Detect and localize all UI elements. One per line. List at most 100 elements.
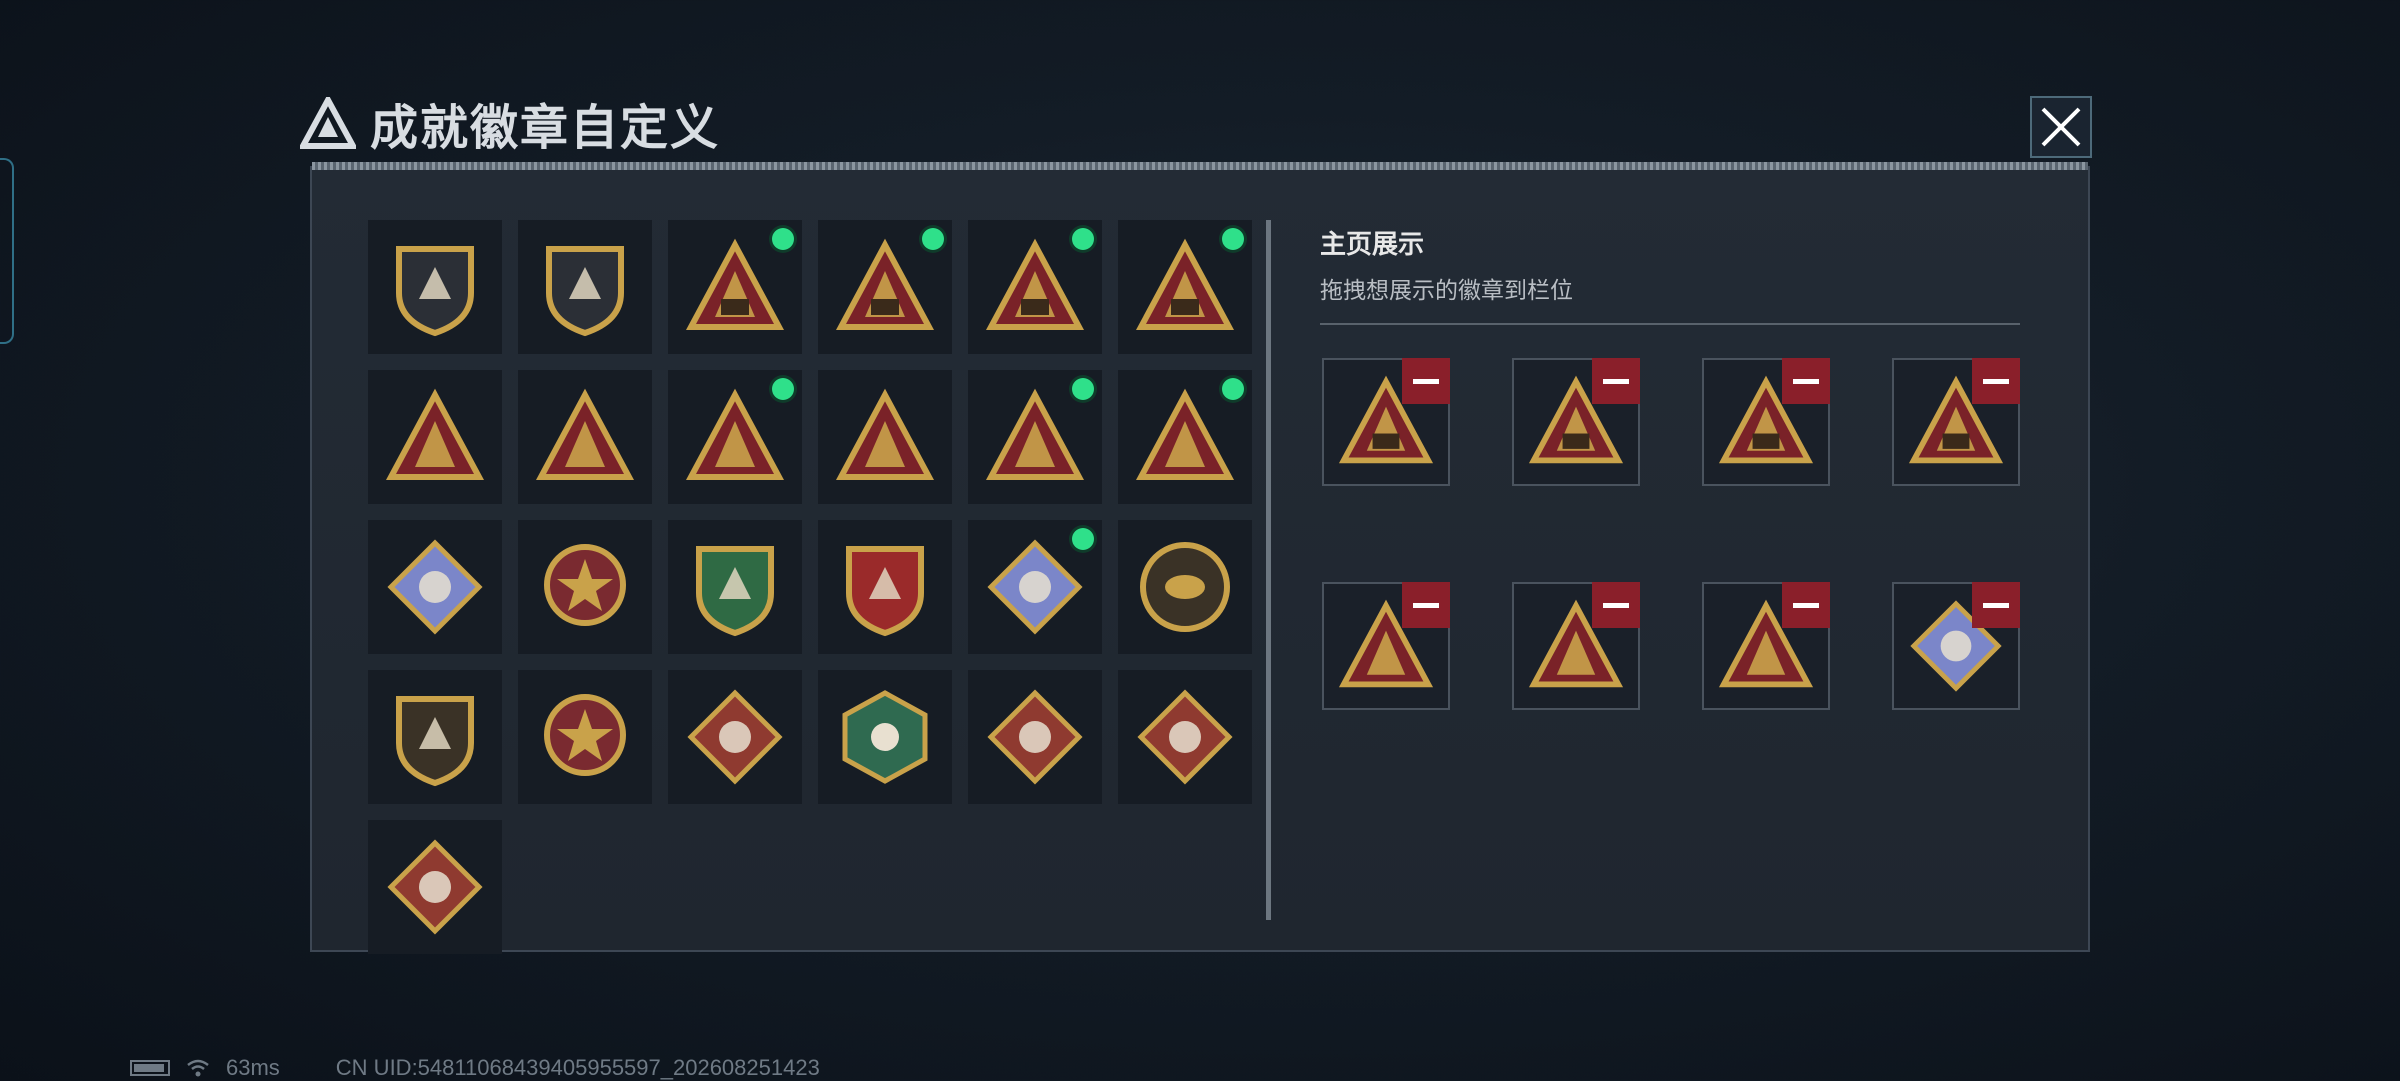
- s7-triangle-badge-icon: [835, 238, 935, 330]
- minus-icon: [1413, 602, 1439, 608]
- star-medal-badge-icon: [544, 544, 626, 626]
- remove-badge-button[interactable]: [1592, 358, 1640, 404]
- status-footer: 63ms CN UID:54811068439405955597_2026082…: [130, 1055, 820, 1081]
- badge-cell[interactable]: [668, 370, 802, 504]
- badge-cell[interactable]: [518, 520, 652, 654]
- ping-value: 63ms: [226, 1055, 280, 1080]
- badge-cell[interactable]: [368, 670, 502, 804]
- badge-cell[interactable]: [818, 520, 952, 654]
- new-indicator-dot: [772, 378, 794, 400]
- red-dragon-diamond-badge-icon: [987, 689, 1083, 785]
- minus-icon: [1793, 378, 1819, 384]
- s9-triangle-badge-icon: [1135, 238, 1235, 330]
- wolf-diamond-badge-icon: [687, 689, 783, 785]
- display-slot[interactable]: [1512, 582, 1640, 710]
- rose-diamond-badge-icon: [387, 839, 483, 935]
- s6-triangle-badge-icon: [685, 238, 785, 330]
- rocket-triangle-badge-icon: [1135, 388, 1235, 480]
- badge-cell[interactable]: [818, 670, 952, 804]
- display-slots: [1322, 358, 2020, 710]
- badge-cell[interactable]: [668, 520, 802, 654]
- badge-cell[interactable]: [968, 520, 1102, 654]
- new-indicator-dot: [1072, 528, 1094, 550]
- eye-coin-badge-icon: [1140, 542, 1230, 632]
- dialog-header: 成就徽章自定义: [300, 88, 720, 158]
- new-indicator-dot: [1222, 228, 1244, 250]
- display-slot[interactable]: [1322, 582, 1450, 710]
- badge-cell[interactable]: [518, 670, 652, 804]
- badge-cell[interactable]: [1118, 370, 1252, 504]
- badge-cell[interactable]: [1118, 520, 1252, 654]
- badge-cell[interactable]: [368, 370, 502, 504]
- minus-icon: [1983, 378, 2009, 384]
- badge-grid: [368, 220, 1268, 954]
- new-indicator-dot: [1072, 378, 1094, 400]
- badge-cell[interactable]: [368, 520, 502, 654]
- minus-icon: [1603, 602, 1629, 608]
- badge-cell[interactable]: [368, 820, 502, 954]
- new-indicator-dot: [1222, 378, 1244, 400]
- badge-dialog-panel: 主页展示 拖拽想展示的徽章到栏位: [310, 162, 2090, 954]
- display-slot[interactable]: [1702, 358, 1830, 486]
- new-indicator-dot: [922, 228, 944, 250]
- new-indicator-dot: [1072, 228, 1094, 250]
- display-slot[interactable]: [1892, 358, 2020, 486]
- panel-top-bar: [312, 162, 2088, 170]
- remove-badge-button[interactable]: [1972, 358, 2020, 404]
- badge-cell[interactable]: [668, 220, 802, 354]
- minus-icon: [1793, 602, 1819, 608]
- remove-badge-button[interactable]: [1402, 582, 1450, 628]
- divider: [1320, 323, 2020, 325]
- badge-cell[interactable]: [518, 370, 652, 504]
- blue-diamond-shield-badge-icon: [987, 539, 1083, 635]
- homepage-display-hint: 拖拽想展示的徽章到栏位: [1320, 277, 1573, 303]
- number-one-triangle-badge-icon: [535, 388, 635, 480]
- minus-icon: [1413, 378, 1439, 384]
- badge-cell[interactable]: [668, 670, 802, 804]
- boat-triangle-badge-icon: [385, 388, 485, 480]
- new-indicator-dot: [772, 228, 794, 250]
- close-button[interactable]: [2030, 96, 2092, 158]
- display-slot[interactable]: [1512, 358, 1640, 486]
- runner-triangle-badge-icon: [835, 388, 935, 480]
- soldiers-triangle-badge-icon: [985, 388, 1085, 480]
- gold-shield-badge-icon: [846, 546, 924, 637]
- badge-cell[interactable]: [368, 220, 502, 354]
- badge-cell[interactable]: [818, 220, 952, 354]
- minus-icon: [1603, 378, 1629, 384]
- green-shield-badge-icon: [696, 546, 774, 637]
- badge-cell[interactable]: [968, 370, 1102, 504]
- uid-text: CN UID:54811068439405955597_202608251423: [335, 1055, 820, 1080]
- wifi-icon: [187, 1059, 209, 1077]
- remove-badge-button[interactable]: [1402, 358, 1450, 404]
- side-edge-tab[interactable]: [0, 158, 14, 344]
- scrollbar[interactable]: [1266, 220, 1271, 920]
- remove-badge-button[interactable]: [1972, 582, 2020, 628]
- usb-triangle-badge-icon: [685, 388, 785, 480]
- remove-badge-button[interactable]: [1782, 358, 1830, 404]
- badge-cell[interactable]: [1118, 670, 1252, 804]
- homepage-display-title: 主页展示: [1320, 229, 1425, 259]
- display-slot[interactable]: [1702, 582, 1830, 710]
- runner-diamond-badge-icon: [1137, 689, 1233, 785]
- close-icon: [2041, 107, 2081, 147]
- dragon-hexagon-badge-icon: [842, 690, 928, 784]
- blue-diamond-badge-icon: [387, 539, 483, 635]
- minus-icon: [1983, 602, 2009, 608]
- s8-triangle-badge-icon: [985, 238, 1085, 330]
- homepage-display-section: 主页展示 拖拽想展示的徽章到栏位: [1320, 224, 2020, 325]
- badge-cell[interactable]: [968, 220, 1102, 354]
- remove-badge-button[interactable]: [1782, 582, 1830, 628]
- badge-cell[interactable]: [968, 670, 1102, 804]
- badge-cell[interactable]: [818, 370, 952, 504]
- triangle-shield-badge-icon: [396, 246, 474, 337]
- crossed-blades-badge-icon: [544, 694, 626, 776]
- badge-cell[interactable]: [1118, 220, 1252, 354]
- remove-badge-button[interactable]: [1592, 582, 1640, 628]
- dialog-title: 成就徽章自定义: [370, 102, 721, 155]
- badge-cell[interactable]: [518, 220, 652, 354]
- display-slot[interactable]: [1322, 358, 1450, 486]
- battery-icon: [130, 1060, 170, 1076]
- display-slot[interactable]: [1892, 582, 2020, 710]
- helicopter-shield-badge-icon: [546, 246, 624, 337]
